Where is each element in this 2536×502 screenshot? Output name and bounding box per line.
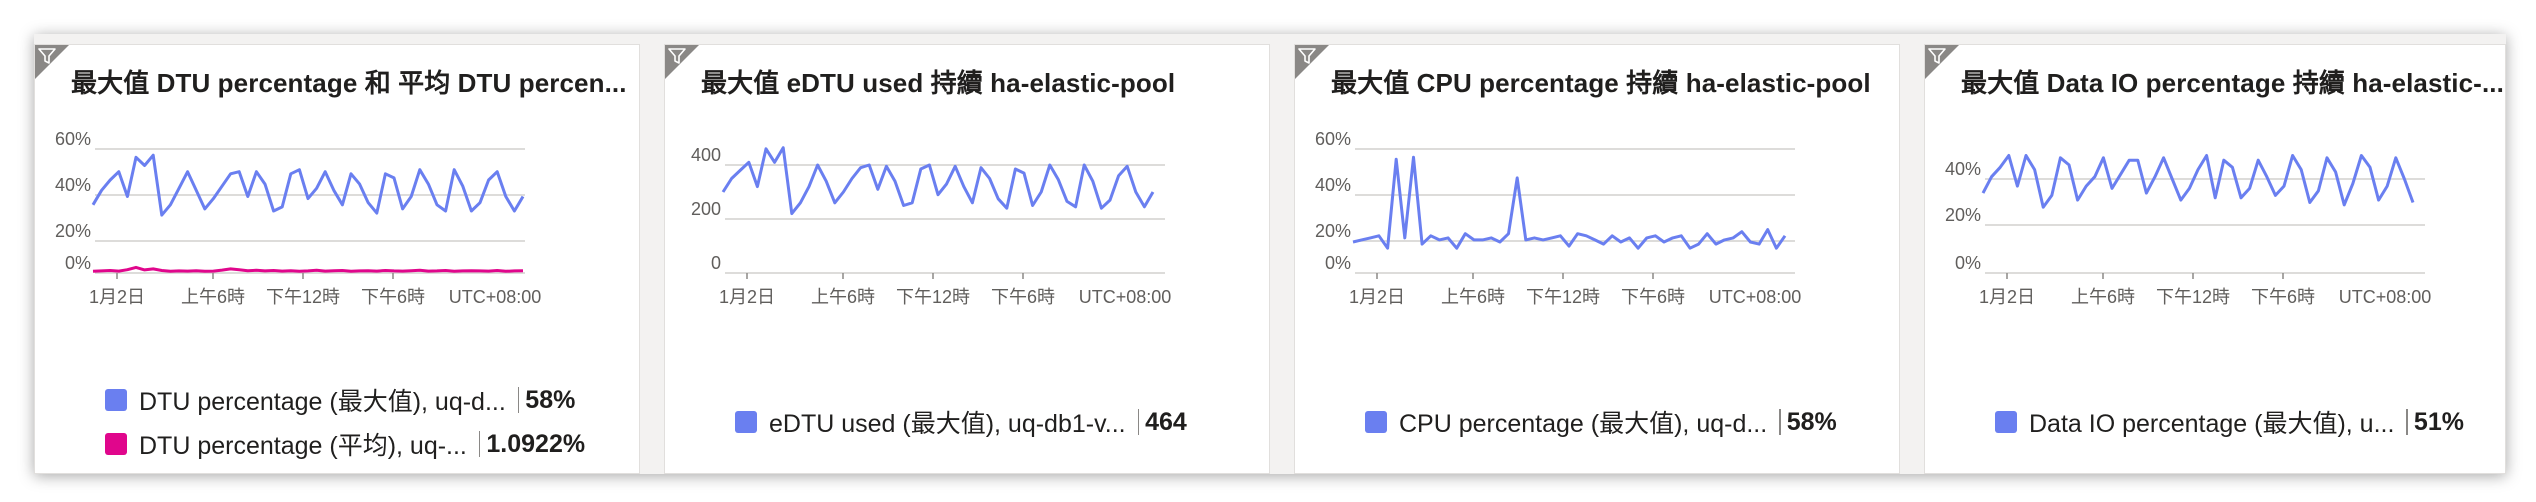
x-tick-label: UTC+08:00 xyxy=(1709,287,1802,307)
legend-divider xyxy=(1779,409,1781,435)
y-tick-label: 0% xyxy=(65,253,91,273)
metric-tile-data-io[interactable]: 最大值 Data IO percentage 持續 ha-elastic-...… xyxy=(1924,44,2506,474)
legend-item-cpu-max[interactable]: CPU percentage (最大值), uq-d... 58% xyxy=(1365,405,1837,439)
legend-label: CPU percentage (最大值), uq-d... xyxy=(1399,410,1768,438)
line-chart: 400 200 0 1月2日 上午6時 下午12時 下午6時 UTC+08:00 xyxy=(691,145,1172,307)
y-tick-label: 0% xyxy=(1955,253,1981,273)
y-tick-label: 60% xyxy=(1315,129,1351,149)
y-tick-label: 0% xyxy=(1325,253,1351,273)
x-tick-label: 上午6時 xyxy=(1441,287,1505,307)
x-tick-label: 下午12時 xyxy=(266,287,340,307)
x-tick-label: UTC+08:00 xyxy=(1079,287,1172,307)
legend-divider xyxy=(517,387,520,413)
legend-swatch xyxy=(735,411,757,433)
legend-label: DTU percentage (最大值), uq-d... xyxy=(139,388,506,416)
series-line xyxy=(91,153,525,217)
legend-divider xyxy=(478,431,481,457)
x-tick-label: 1月2日 xyxy=(1349,287,1405,307)
legend-swatch xyxy=(105,389,127,411)
y-tick-label: 400 xyxy=(691,145,721,165)
x-tick-label: 下午12時 xyxy=(1526,287,1600,307)
legend-divider xyxy=(2406,409,2408,435)
x-tick-label: 上午6時 xyxy=(181,287,245,307)
dashboard-strip: 最大值 DTU percentage 和 平均 DTU percen... 60… xyxy=(34,34,2506,474)
legend-value: 1.0922% xyxy=(486,429,586,458)
y-tick-label: 60% xyxy=(55,129,91,149)
line-chart: 60% 40% 20% 0% 1月2日 上午6時 下午12時 下午6時 UTC+08:00 xyxy=(1315,129,1802,307)
legend-value: 51% xyxy=(2413,407,2464,436)
line-chart: 60% 40% 20% 0% 1月2日 上午6時 下午12時 下午6時 UTC+08:00 xyxy=(55,129,542,307)
y-tick-label: 40% xyxy=(55,175,91,195)
x-tick-label: 1月2日 xyxy=(1979,287,2035,307)
series-line xyxy=(1352,155,1787,250)
legend-label: DTU percentage (平均), uq-... xyxy=(139,432,467,460)
legend-swatch xyxy=(1995,411,2017,433)
legend-item-data-io-max[interactable]: Data IO percentage (最大值), u... 51% xyxy=(1995,405,2464,439)
x-tick-label: 下午6時 xyxy=(361,287,425,307)
legend-swatch xyxy=(105,433,127,455)
x-tick-label: 下午6時 xyxy=(2251,287,2315,307)
legend-item-dtu-avg[interactable]: DTU percentage (平均), uq-... 1.0922% xyxy=(105,427,585,461)
x-tick-label: 下午6時 xyxy=(1621,287,1685,307)
x-tick-label: 上午6時 xyxy=(811,287,875,307)
y-tick-label: 20% xyxy=(1315,221,1351,241)
y-tick-label: 200 xyxy=(691,199,721,219)
legend-item-dtu-max[interactable]: DTU percentage (最大值), uq-d... 58% xyxy=(105,383,575,417)
y-tick-label: 20% xyxy=(1945,205,1981,225)
x-tick-label: 下午6時 xyxy=(991,287,1055,307)
y-tick-label: 40% xyxy=(1315,175,1351,195)
series-line xyxy=(1981,154,2415,209)
legend-value: 58% xyxy=(1786,407,1837,436)
y-tick-label: 20% xyxy=(55,221,91,241)
line-chart: 40% 20% 0% 1月2日 上午6時 下午12時 下午6時 UTC+08:00 xyxy=(1945,154,2432,307)
legend-value: 464 xyxy=(1145,407,1187,436)
x-tick-label: UTC+08:00 xyxy=(449,287,542,307)
metric-tile-cpu[interactable]: 最大值 CPU percentage 持續 ha-elastic-pool 60… xyxy=(1294,44,1900,474)
x-tick-label: 下午12時 xyxy=(896,287,970,307)
x-tick-label: 上午6時 xyxy=(2071,287,2135,307)
legend-divider xyxy=(1137,409,1140,435)
series-line xyxy=(721,146,1155,216)
metric-tile-edtu[interactable]: 最大值 eDTU used 持續 ha-elastic-pool 400 200 0… xyxy=(664,44,1270,474)
y-tick-label: 0 xyxy=(711,253,721,273)
metric-tile-dtu[interactable]: 最大值 DTU percentage 和 平均 DTU percen... 60… xyxy=(34,44,640,474)
x-tick-label: 1月2日 xyxy=(89,287,145,307)
legend-item-edtu-max[interactable]: eDTU used (最大值), uq-db1-v... 464 xyxy=(735,405,1187,439)
x-tick-label: UTC+08:00 xyxy=(2339,287,2432,307)
legend-value: 58% xyxy=(525,385,576,414)
legend-swatch xyxy=(1365,411,1387,433)
x-tick-label: 下午12時 xyxy=(2156,287,2230,307)
x-tick-label: 1月2日 xyxy=(719,287,775,307)
legend-label: Data IO percentage (最大值), u... xyxy=(2029,410,2395,438)
legend-label: eDTU used (最大值), uq-db1-v... xyxy=(769,410,1126,438)
series-line xyxy=(92,265,524,273)
y-tick-label: 40% xyxy=(1945,159,1981,179)
